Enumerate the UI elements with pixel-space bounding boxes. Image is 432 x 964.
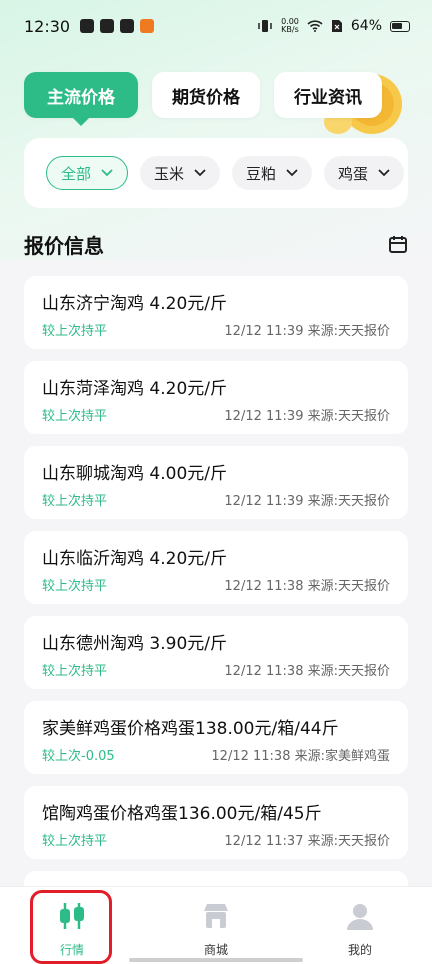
price-meta: 12/12 11:39 来源:天天报价: [224, 324, 390, 339]
status-time: 12:30: [24, 16, 71, 36]
price-list-item[interactable]: 山东菏泽淘鸡 4.20元/斤 较上次持平 12/12 11:39 来源:天天报价: [24, 361, 408, 434]
price-title: 山东临沂淘鸡 4.20元/斤: [42, 549, 227, 569]
wifi-icon: [307, 20, 323, 32]
candlestick-icon: [60, 903, 84, 929]
price-list-item[interactable]: 馆陶鸡蛋价格鸡蛋136.00元/箱/45斤 较上次持平 12/12 11:37 …: [24, 786, 408, 859]
filter-chip-egg[interactable]: 鸡蛋: [324, 156, 405, 190]
price-change: 较上次持平: [42, 834, 108, 849]
price-list: 山东济宁淘鸡 4.20元/斤 较上次持平 12/12 11:39 来源:天天报价…: [24, 276, 408, 956]
notification-app-icon: [140, 19, 155, 33]
tab-mainstream-price[interactable]: 主流价格: [24, 72, 138, 126]
user-icon: [347, 904, 373, 930]
notification-app-icon: [100, 19, 115, 33]
price-title: 山东济宁淘鸡 4.20元/斤: [42, 294, 227, 314]
price-title: 馆陶鸡蛋价格鸡蛋136.00元/箱/45斤: [42, 804, 322, 824]
store-icon: [204, 904, 228, 928]
vibrate-icon: [258, 20, 272, 32]
price-title: 山东聊城淘鸡 4.00元/斤: [42, 464, 227, 484]
chevron-down-icon: [286, 169, 298, 177]
filter-bar: 全部 玉米 豆粕 鸡蛋 活: [24, 138, 408, 208]
section-header: 报价信息: [24, 228, 408, 260]
price-title: 家美鲜鸡蛋价格鸡蛋138.00元/箱/44斤: [42, 719, 339, 739]
price-title: 山东菏泽淘鸡 4.20元/斤: [42, 379, 227, 399]
price-list-item[interactable]: 山东德州淘鸡 3.90元/斤 较上次持平 12/12 11:38 来源:天天报价: [24, 616, 408, 689]
price-title: 山东德州淘鸡 3.90元/斤: [42, 634, 227, 654]
nav-profile[interactable]: 我的: [288, 887, 432, 964]
tab-futures-price[interactable]: 期货价格: [152, 72, 260, 118]
nav-market[interactable]: 行情: [0, 887, 144, 964]
filter-chip-soymeal[interactable]: 豆粕: [232, 156, 313, 190]
battery-icon: [390, 20, 410, 32]
price-meta: 12/12 11:39 来源:天天报价: [224, 409, 390, 424]
price-change: 较上次-0.05: [42, 749, 115, 764]
price-change: 较上次持平: [42, 664, 108, 679]
price-change: 较上次持平: [42, 324, 108, 339]
price-list-item[interactable]: 家美鲜鸡蛋价格鸡蛋138.00元/箱/44斤 较上次-0.05 12/12 11…: [24, 701, 408, 774]
price-meta: 12/12 11:38 来源:天天报价: [224, 664, 390, 679]
price-meta: 12/12 11:38 来源:家美鲜鸡蛋: [211, 749, 390, 764]
bottom-nav: 行情 商城 我的: [0, 886, 432, 964]
filter-chip-all[interactable]: 全部: [46, 156, 129, 190]
nav-store[interactable]: 商城: [144, 887, 288, 964]
battery-percent: 64%: [350, 18, 382, 34]
price-list-item[interactable]: 山东济宁淘鸡 4.20元/斤 较上次持平 12/12 11:39 来源:天天报价: [24, 276, 408, 349]
chevron-down-icon: [194, 169, 206, 177]
price-change: 较上次持平: [42, 409, 108, 424]
chevron-down-icon: [378, 169, 390, 177]
notification-mail-icon: [120, 19, 135, 33]
price-meta: 12/12 11:37 来源:天天报价: [224, 834, 390, 849]
no-sim-icon: [331, 20, 342, 32]
filter-chip-corn[interactable]: 玉米: [140, 156, 221, 190]
category-tabs: 主流价格 期货价格 行业资讯: [24, 72, 382, 126]
price-meta: 12/12 11:38 来源:天天报价: [224, 579, 390, 594]
net-speed: 0.00 KB/s: [281, 17, 299, 34]
price-list-item[interactable]: 山东聊城淘鸡 4.00元/斤 较上次持平 12/12 11:39 来源:天天报价: [24, 446, 408, 519]
section-title: 报价信息: [24, 233, 104, 258]
price-change: 较上次持平: [42, 494, 108, 509]
calendar-icon[interactable]: [388, 234, 408, 254]
price-meta: 12/12 11:39 来源:天天报价: [224, 494, 390, 509]
home-indicator: [129, 958, 303, 962]
status-bar: 12:30 0.00 KB/s 64%: [0, 0, 432, 52]
chevron-down-icon: [101, 169, 113, 177]
price-list-item[interactable]: 山东临沂淘鸡 4.20元/斤 较上次持平 12/12 11:38 来源:天天报价: [24, 531, 408, 604]
notification-app-icon: [80, 19, 95, 33]
price-change: 较上次持平: [42, 579, 108, 594]
tab-industry-news[interactable]: 行业资讯: [274, 72, 382, 118]
